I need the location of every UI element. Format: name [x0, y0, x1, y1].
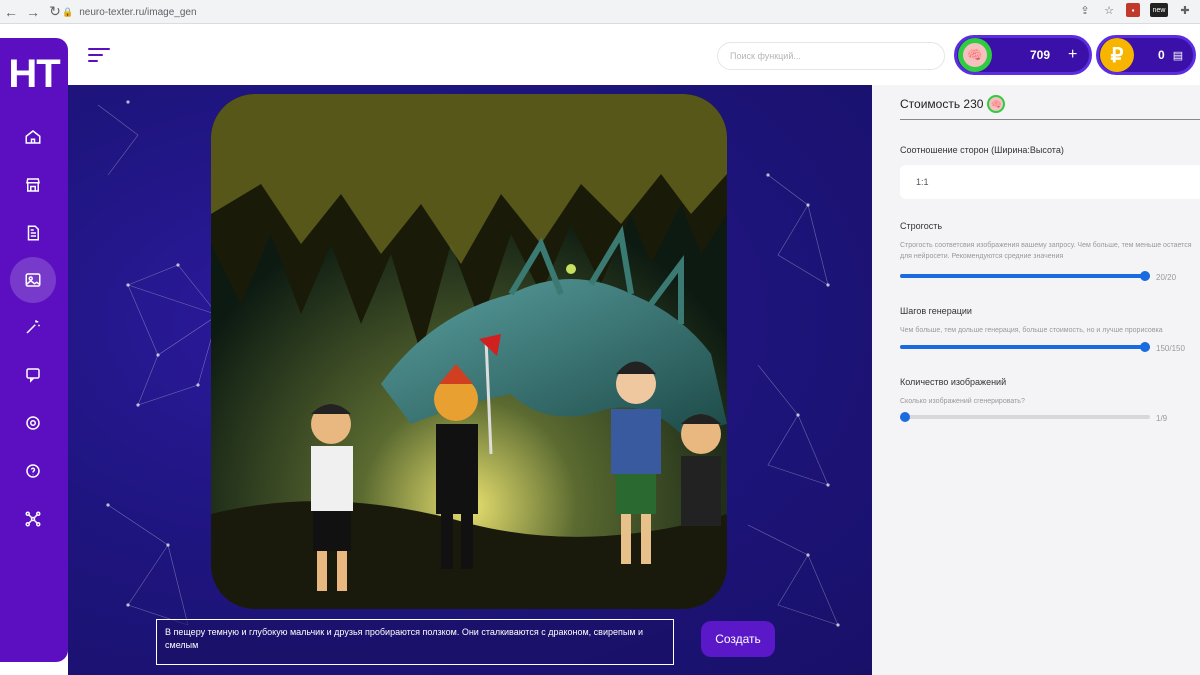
count-hint: Сколько изображений сгенерировать? [900, 398, 1025, 405]
steps-value: 150/150 [1156, 344, 1185, 353]
sidebar-item-image-gen[interactable] [10, 257, 56, 303]
coin-balance-value: 0 [1158, 48, 1165, 62]
slider-handle[interactable] [1140, 271, 1150, 281]
support-icon [26, 416, 40, 430]
slider-handle[interactable] [900, 412, 910, 422]
home-icon [25, 130, 41, 144]
slider-handle[interactable] [1140, 342, 1150, 352]
steps-slider[interactable] [900, 342, 1150, 352]
cost-row: Стоимость 230 🧠 [900, 95, 1006, 113]
image-icon [25, 273, 41, 287]
forward-icon[interactable]: → [22, 1, 44, 23]
sidebar-item-magic[interactable] [10, 304, 56, 350]
steps-label: Шагов генерации [900, 306, 972, 316]
sidebar-item-chat[interactable] [10, 352, 56, 398]
strictness-slider[interactable] [900, 271, 1150, 281]
store-icon [26, 178, 40, 192]
document-icon [27, 225, 39, 241]
back-icon[interactable]: ← [0, 1, 22, 23]
steps-hint: Чем больше, тем дольше генерация, больше… [900, 327, 1163, 334]
logo[interactable]: НТ [0, 52, 68, 97]
chat-icon [26, 368, 40, 383]
sidebar-item-support[interactable] [10, 400, 56, 446]
prompt-input[interactable]: В пещеру темную и глубокую мальчик и дру… [156, 619, 674, 665]
sidebar-item-help[interactable] [10, 448, 56, 494]
strictness-value: 20/20 [1156, 273, 1177, 282]
brain-icon: 🧠 [987, 95, 1006, 113]
search-input[interactable] [717, 42, 945, 70]
url-text: neuro-texter.ru/image_gen [79, 6, 197, 18]
wallet-icon[interactable]: ▤ [1173, 49, 1183, 62]
generated-image[interactable] [211, 94, 727, 609]
browser-toolbar: ← → ↻ 🔒 neuro-texter.ru/image_gen ⇪ ☆ ▪ … [0, 0, 1200, 24]
brain-balance-value: 709 [1030, 48, 1051, 62]
sidebar-item-network[interactable] [10, 496, 56, 542]
magic-wand-icon [26, 320, 40, 334]
coin-balance-pill[interactable]: ₽ 0 ▤ [1096, 35, 1196, 75]
brain-balance-pill[interactable]: 🧠 709 + [954, 35, 1092, 75]
count-slider[interactable] [900, 412, 1150, 422]
strictness-label: Строгость [900, 221, 943, 231]
add-balance-button[interactable]: + [1068, 46, 1077, 64]
lock-icon: 🔒 [62, 6, 74, 17]
puzzle-icon[interactable]: ✚ [1178, 3, 1192, 17]
network-icon [25, 511, 41, 527]
ratio-select[interactable]: 1:1 [900, 165, 1200, 199]
sidebar-item-home[interactable] [10, 114, 56, 160]
sidebar-item-store[interactable] [10, 162, 56, 208]
strictness-hint: Строгость соответсвия изображения вашему… [900, 242, 1192, 260]
ratio-label: Соотношение сторон (Ширина:Высота) [900, 145, 1064, 155]
generation-canvas: В пещеру темную и глубокую мальчик и дру… [68, 85, 872, 675]
settings-panel: Стоимость 230 🧠 Соотношение сторон (Шири… [872, 85, 1200, 675]
create-button[interactable]: Создать [701, 621, 775, 657]
menu-toggle-icon[interactable] [88, 48, 110, 64]
extension-icon[interactable]: ▪ [1126, 3, 1140, 17]
brain-icon: 🧠 [958, 38, 992, 72]
count-value: 1/9 [1156, 414, 1168, 423]
extension-new-icon[interactable]: new [1150, 3, 1168, 17]
count-label: Количество изображений [900, 377, 1007, 387]
help-icon [26, 464, 40, 478]
generated-image-illustration [211, 94, 727, 609]
star-icon[interactable]: ☆ [1102, 3, 1116, 17]
sidebar: НТ [0, 38, 68, 662]
ruble-coin-icon: ₽ [1100, 38, 1134, 72]
sidebar-item-documents[interactable] [10, 210, 56, 256]
divider [900, 119, 1200, 120]
share-icon[interactable]: ⇪ [1078, 3, 1092, 17]
cost-label: Стоимость 230 [900, 97, 984, 111]
address-bar[interactable]: 🔒 neuro-texter.ru/image_gen [62, 3, 1112, 21]
